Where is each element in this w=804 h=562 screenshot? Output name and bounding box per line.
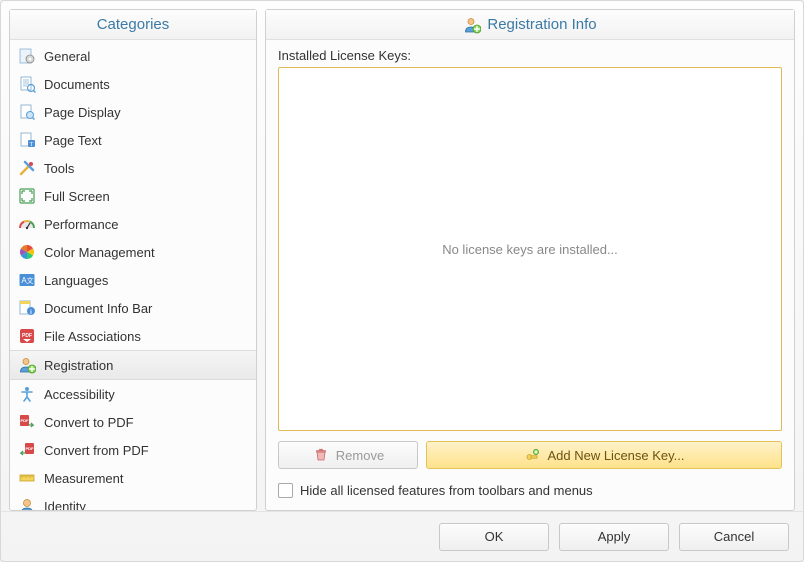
sidebar-item-general[interactable]: General	[10, 42, 256, 70]
content-panel: Registration Info Installed License Keys…	[265, 9, 795, 511]
sidebar-item-label: Page Display	[44, 105, 121, 120]
person-plus-icon	[463, 16, 481, 34]
page-magnify-icon	[18, 103, 36, 121]
sidebar-item-page-text[interactable]: T Page Text	[10, 126, 256, 154]
infobar-icon: i	[18, 299, 36, 317]
apply-button[interactable]: Apply	[559, 523, 669, 551]
identity-icon	[18, 497, 36, 510]
empty-keys-text: No license keys are installed...	[442, 242, 618, 257]
convert-to-icon: PDF	[18, 413, 36, 431]
remove-key-button[interactable]: Remove	[278, 441, 418, 469]
doc-icon	[18, 75, 36, 93]
sidebar-item-accessibility[interactable]: Accessibility	[10, 380, 256, 408]
add-key-button[interactable]: Add New License Key...	[426, 441, 782, 469]
preferences-dialog: Categories General Documents Page Display T…	[0, 0, 804, 562]
sidebar-item-label: Page Text	[44, 133, 102, 148]
sidebar-item-color-management[interactable]: Color Management	[10, 238, 256, 266]
content-header: Registration Info	[266, 10, 794, 40]
license-keys-list[interactable]: No license keys are installed...	[278, 67, 782, 431]
trash-icon	[312, 446, 330, 464]
sidebar-item-documents[interactable]: Documents	[10, 70, 256, 98]
sidebar-item-label: Performance	[44, 217, 118, 232]
sidebar-item-registration[interactable]: Registration	[10, 350, 256, 380]
sidebar-item-identity[interactable]: Identity	[10, 492, 256, 510]
sidebar-item-label: Tools	[44, 161, 74, 176]
convert-from-icon: PDF	[18, 441, 36, 459]
svg-text:PDF: PDF	[21, 418, 30, 423]
ok-button[interactable]: OK	[439, 523, 549, 551]
file-assoc-icon: PDF	[18, 327, 36, 345]
sidebar-item-label: Accessibility	[44, 387, 115, 402]
svg-text:T: T	[30, 142, 34, 148]
fullscreen-icon	[18, 187, 36, 205]
main-area: Categories General Documents Page Display T…	[1, 1, 803, 511]
content-title: Registration Info	[487, 10, 596, 40]
hide-features-row[interactable]: Hide all licensed features from toolbars…	[278, 483, 782, 498]
accessibility-icon	[18, 385, 36, 403]
color-wheel-icon	[18, 243, 36, 261]
keys-button-row: Remove Add New License Key...	[278, 441, 782, 469]
sidebar-item-performance[interactable]: Performance	[10, 210, 256, 238]
languages-icon: A文	[18, 271, 36, 289]
sidebar-item-label: Identity	[44, 499, 86, 511]
cancel-button[interactable]: Cancel	[679, 523, 789, 551]
sidebar-item-page-display[interactable]: Page Display	[10, 98, 256, 126]
tools-icon	[18, 159, 36, 177]
sidebar-item-label: File Associations	[44, 329, 141, 344]
sidebar-item-languages[interactable]: A文 Languages	[10, 266, 256, 294]
sidebar-item-convert-to-pdf[interactable]: PDF Convert to PDF	[10, 408, 256, 436]
sidebar-item-label: General	[44, 49, 90, 64]
sidebar-item-full-screen[interactable]: Full Screen	[10, 182, 256, 210]
add-key-label: Add New License Key...	[547, 448, 684, 463]
key-plus-icon	[523, 446, 541, 464]
dialog-button-bar: OK Apply Cancel	[1, 511, 803, 561]
page-text-icon: T	[18, 131, 36, 149]
sidebar-item-label: Convert from PDF	[44, 443, 149, 458]
hide-features-label: Hide all licensed features from toolbars…	[300, 483, 593, 498]
ruler-icon	[18, 469, 36, 487]
remove-key-label: Remove	[336, 448, 384, 463]
sidebar-item-label: Documents	[44, 77, 110, 92]
gear-icon	[18, 47, 36, 65]
sidebar-item-measurement[interactable]: Measurement	[10, 464, 256, 492]
sidebar-item-label: Convert to PDF	[44, 415, 134, 430]
categories-list[interactable]: General Documents Page Display T Page Text To…	[10, 40, 256, 510]
sidebar-item-label: Document Info Bar	[44, 301, 152, 316]
sidebar-item-tools[interactable]: Tools	[10, 154, 256, 182]
sidebar-item-label: Registration	[44, 358, 113, 373]
sidebar-item-label: Full Screen	[44, 189, 110, 204]
sidebar-item-label: Measurement	[44, 471, 123, 486]
categories-header: Categories	[10, 10, 256, 40]
person-plus-icon	[18, 356, 36, 374]
installed-keys-label: Installed License Keys:	[278, 48, 782, 63]
sidebar-item-file-associations[interactable]: PDF File Associations	[10, 322, 256, 350]
svg-text:PDF: PDF	[22, 333, 32, 339]
hide-features-checkbox[interactable]	[278, 483, 293, 498]
sidebar-item-label: Color Management	[44, 245, 155, 260]
sidebar-item-convert-from-pdf[interactable]: PDF Convert from PDF	[10, 436, 256, 464]
sidebar-item-document-info-bar[interactable]: i Document Info Bar	[10, 294, 256, 322]
svg-text:文: 文	[27, 276, 34, 285]
sidebar-item-label: Languages	[44, 273, 108, 288]
gauge-icon	[18, 215, 36, 233]
categories-title: Categories	[97, 10, 170, 40]
svg-text:PDF: PDF	[26, 446, 35, 451]
categories-panel: Categories General Documents Page Display T…	[9, 9, 257, 511]
content-body: Installed License Keys: No license keys …	[266, 40, 794, 510]
